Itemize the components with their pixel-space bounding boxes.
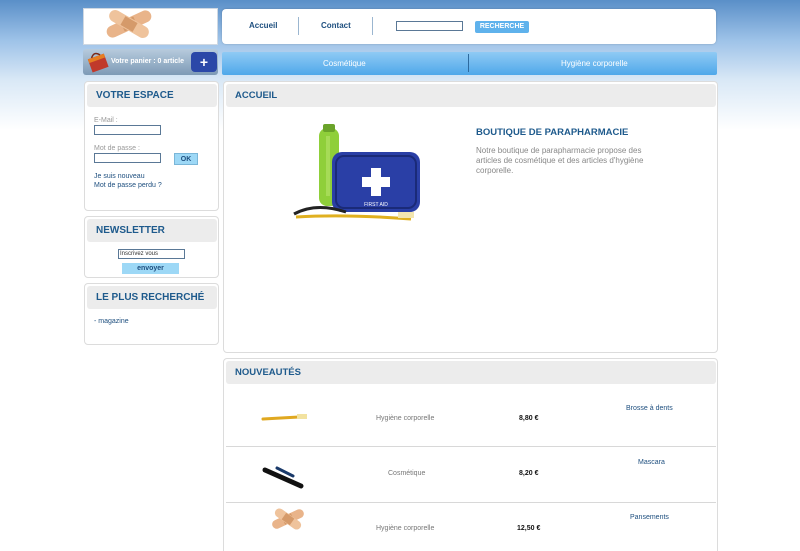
cart-box[interactable]: Votre panier : 0 article + <box>83 49 218 75</box>
login-ok-button[interactable]: OK <box>174 153 198 165</box>
bandage-logo-icon <box>106 10 152 38</box>
mascara-icon <box>262 466 304 489</box>
product-category: Hygiène corporelle <box>376 525 435 532</box>
popular-item[interactable]: - magazine <box>94 318 129 325</box>
newsletter-panel: NEWSLETTER Inscrivez vous envoyer <box>84 216 219 278</box>
nav-contact[interactable]: Contact <box>321 21 351 30</box>
shopping-bag-icon <box>87 52 109 73</box>
product-category: Cosmétique <box>388 470 426 477</box>
top-navigation: Accueil Contact RECHERCHE <box>222 9 716 44</box>
popular-panel: LE PLUS RECHERCHÉ - magazine <box>84 283 219 345</box>
product-name[interactable]: Mascara <box>638 459 665 466</box>
first-aid-label: FIRST AID <box>364 202 388 208</box>
category-hygiene[interactable]: Hygiène corporelle <box>561 59 628 68</box>
product-name[interactable]: Brosse à dents <box>626 405 673 412</box>
nav-separator <box>372 17 373 35</box>
toothbrush-icon <box>261 414 307 421</box>
new-products-panel: NOUVEAUTÉS Hygiène corporelle 8,80 € Bro… <box>223 358 718 551</box>
cart-add-icon[interactable]: + <box>191 52 217 72</box>
search-button[interactable]: RECHERCHE <box>475 21 529 33</box>
search-input[interactable] <box>396 21 463 31</box>
login-panel: VOTRE ESPACE E-Mail : Mot de passe : OK … <box>84 81 219 211</box>
newsletter-email-input[interactable]: Inscrivez vous <box>118 249 185 259</box>
product-price: 8,80 € <box>519 415 539 422</box>
password-field[interactable] <box>94 153 161 163</box>
popular-title: LE PLUS RECHERCHÉ <box>87 286 217 309</box>
category-separator <box>468 54 469 72</box>
newsletter-submit-button[interactable]: envoyer <box>122 263 179 274</box>
email-field[interactable] <box>94 125 161 135</box>
product-price: 8,20 € <box>519 470 539 477</box>
shop-description: Notre boutique de parapharmacie propose … <box>476 146 644 175</box>
first-aid-kit-image: FIRST AID <box>293 124 420 221</box>
category-cosmetique[interactable]: Cosmétique <box>323 59 366 68</box>
nav-accueil[interactable]: Accueil <box>249 21 277 30</box>
bandage-icon <box>272 508 304 530</box>
newsletter-title: NEWSLETTER <box>87 219 217 242</box>
password-label: Mot de passe : <box>94 145 140 152</box>
category-navigation: Cosmétique Hygiène corporelle <box>222 52 717 75</box>
cart-summary: Votre panier : 0 article <box>111 58 185 65</box>
home-panel: ACCUEIL FIRST AID BOUTIQUE DE PARAPHARMA… <box>223 81 718 353</box>
lost-password-link[interactable]: Mot de passe perdu ? <box>94 182 162 189</box>
product-category: Hygiène corporelle <box>376 415 435 422</box>
product-price: 12,50 € <box>517 525 541 532</box>
new-products-title: NOUVEAUTÉS <box>226 361 716 384</box>
home-title: ACCUEIL <box>226 84 716 107</box>
product-row[interactable]: Cosmétique 8,20 € Mascara <box>226 448 716 503</box>
product-name[interactable]: Pansements <box>630 514 669 521</box>
email-label: E-Mail : <box>94 117 118 124</box>
register-link[interactable]: Je suis nouveau <box>94 173 145 180</box>
product-row[interactable]: Hygiène corporelle 12,50 € Pansements <box>226 504 716 551</box>
product-row[interactable]: Hygiène corporelle 8,80 € Brosse à dents <box>226 392 716 447</box>
login-panel-title: VOTRE ESPACE <box>87 84 217 107</box>
nav-separator <box>298 17 299 35</box>
site-logo[interactable] <box>83 8 218 45</box>
shop-title: BOUTIQUE DE PARAPHARMACIE <box>476 127 629 138</box>
